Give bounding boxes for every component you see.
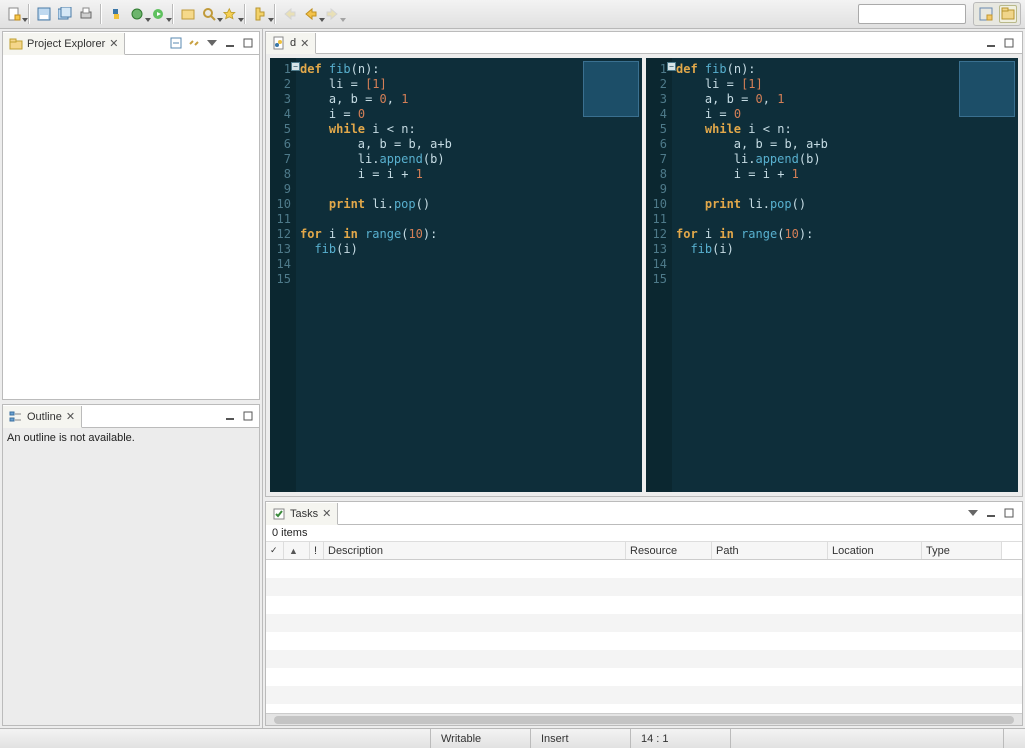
minimize-button[interactable] (222, 409, 237, 424)
open-perspective-button[interactable] (977, 5, 995, 23)
editor-tab-d[interactable]: d ✕ (266, 33, 316, 54)
dropdown-icon (22, 18, 28, 22)
new-package-button[interactable] (178, 4, 198, 24)
fold-toggle[interactable]: − (667, 62, 676, 71)
close-icon[interactable]: ✕ (300, 37, 309, 50)
dropdown-icon (268, 18, 274, 22)
view-menu-button[interactable] (204, 36, 219, 51)
overview-minimap[interactable] (959, 61, 1015, 117)
status-bar: Writable Insert 14 : 1 (0, 728, 1025, 748)
outline-empty-message: An outline is not available. (7, 432, 135, 444)
perspective-switcher (973, 2, 1021, 26)
python-file-icon (272, 36, 286, 50)
status-ok-icon[interactable] (1003, 729, 1025, 748)
code-content[interactable]: def fib(n): li = [1] a, b = 0, 1 i = 0 w… (672, 58, 828, 492)
resource-perspective-button[interactable] (999, 5, 1017, 23)
line-gutter: 123456789101112131415 (270, 58, 296, 492)
tasks-column-header[interactable]: ▲ (284, 542, 310, 559)
tasks-column-header[interactable]: Path (712, 542, 828, 559)
maximize-button[interactable] (1001, 506, 1016, 521)
prev-edit-button[interactable] (250, 4, 270, 24)
view-menu-button[interactable] (965, 506, 980, 521)
maximize-button[interactable] (240, 36, 255, 51)
tasks-table-rows[interactable] (266, 560, 1022, 713)
tasks-view: Tasks ✕ 0 items ✓▲!DescriptionResourcePa… (265, 501, 1023, 726)
link-editor-button[interactable] (186, 36, 201, 51)
code-editor-right[interactable]: 123456789101112131415 def fib(n): li = [… (646, 58, 1018, 492)
tasks-table[interactable]: ✓▲!DescriptionResourcePathLocationType (266, 542, 1022, 713)
tasks-title: Tasks (290, 508, 318, 520)
close-icon[interactable]: ✕ (322, 507, 331, 520)
code-content[interactable]: def fib(n): li = [1] a, b = 0, 1 i = 0 w… (296, 58, 452, 492)
tasks-column-header[interactable]: Location (828, 542, 922, 559)
status-insert-mode: Insert (541, 733, 569, 745)
maximize-button[interactable] (1001, 35, 1016, 50)
debug-button[interactable] (127, 4, 147, 24)
status-writable: Writable (441, 733, 481, 745)
tasks-icon (272, 507, 286, 521)
tasks-table-header: ✓▲!DescriptionResourcePathLocationType (266, 542, 1022, 560)
collapse-all-button[interactable] (168, 36, 183, 51)
outline-icon (9, 410, 23, 424)
forward-button[interactable] (322, 4, 342, 24)
quick-access-input[interactable] (858, 4, 966, 24)
fold-toggle[interactable]: − (291, 62, 300, 71)
line-gutter: 123456789101112131415 (646, 58, 672, 492)
close-icon[interactable]: ✕ (66, 410, 75, 423)
outline-view: Outline ✕ An outline is not available. (2, 404, 260, 726)
save-button[interactable] (34, 4, 54, 24)
outline-title: Outline (27, 411, 62, 423)
tasks-column-header[interactable]: Type (922, 542, 1002, 559)
annotation-button[interactable] (220, 4, 240, 24)
outline-tab[interactable]: Outline ✕ (3, 406, 82, 428)
outline-body: An outline is not available. (3, 428, 259, 725)
minimize-button[interactable] (983, 35, 998, 50)
run-button[interactable] (148, 4, 168, 24)
tasks-count-label: 0 items (266, 525, 1022, 542)
main-toolbar (0, 0, 1025, 29)
dropdown-icon (166, 18, 172, 22)
maximize-button[interactable] (240, 409, 255, 424)
python-icon[interactable] (106, 4, 126, 24)
minimize-button[interactable] (983, 506, 998, 521)
editor-area: d ✕ 123456789101112131415 def fib(n): li… (265, 31, 1023, 497)
tasks-column-header[interactable]: ! (310, 542, 324, 559)
minimize-button[interactable] (222, 36, 237, 51)
code-editor-left[interactable]: 123456789101112131415 def fib(n): li = [… (270, 58, 642, 492)
status-cursor-position: 14 : 1 (641, 733, 669, 745)
tasks-column-header[interactable]: Resource (626, 542, 712, 559)
editor-tab-label: d (290, 37, 296, 49)
project-explorer-title: Project Explorer (27, 38, 105, 50)
overview-minimap[interactable] (583, 61, 639, 117)
project-explorer-tab[interactable]: Project Explorer ✕ (3, 33, 125, 55)
tasks-tab[interactable]: Tasks ✕ (266, 503, 338, 525)
project-explorer-view: Project Explorer ✕ (2, 31, 260, 400)
search-tool-button[interactable] (199, 4, 219, 24)
tasks-column-header[interactable]: Description (324, 542, 626, 559)
last-edit-button[interactable] (280, 4, 300, 24)
print-button[interactable] (76, 4, 96, 24)
horizontal-scrollbar[interactable] (266, 713, 1022, 725)
dropdown-icon (238, 18, 244, 22)
project-explorer-body[interactable] (3, 55, 259, 399)
tasks-column-header[interactable]: ✓ (266, 542, 284, 559)
close-icon[interactable]: ✕ (109, 37, 118, 50)
back-button[interactable] (301, 4, 321, 24)
save-all-button[interactable] (55, 4, 75, 24)
dropdown-icon (340, 18, 346, 22)
folder-icon (9, 37, 23, 51)
new-button[interactable] (4, 4, 24, 24)
